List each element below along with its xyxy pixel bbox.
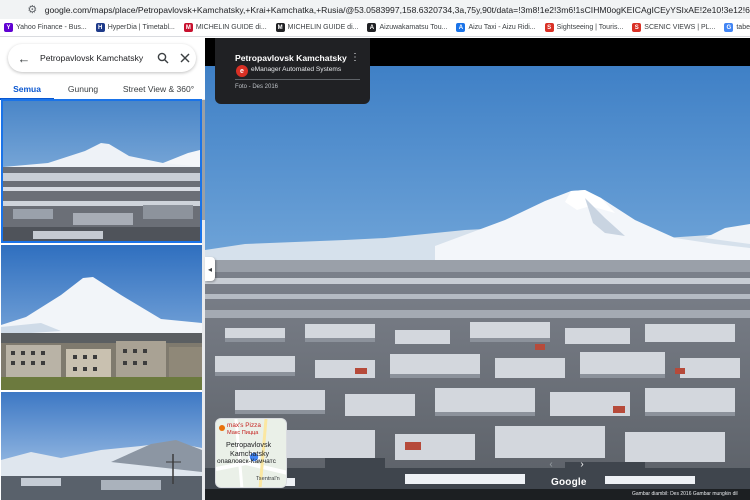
arrow-left-icon[interactable]: ←: [14, 51, 34, 66]
bookmark-label: tabelog english - Pe...: [736, 24, 750, 31]
bookmark-favicon-icon: M: [183, 23, 193, 32]
photo-tabs: Semua Gunung Street View & 360°: [0, 80, 205, 100]
bookmark-label: SCENIC VIEWS | PL...: [644, 24, 716, 31]
card-divider: [235, 79, 360, 80]
more-options-icon[interactable]: ⋮: [350, 52, 360, 63]
bookmark-favicon-icon: H: [95, 23, 105, 32]
bookmark-favicon-icon: S: [544, 23, 554, 32]
author-avatar[interactable]: e: [236, 65, 248, 77]
minimap-city-line2: Kamchatsky: [230, 449, 270, 458]
google-logo: Google: [551, 477, 587, 488]
bookmark-label: Aizuwakamatsu Tou...: [379, 24, 448, 31]
search-box[interactable]: ← Petropavlovsk Kamchatsky: [8, 44, 196, 72]
minimap-city-cyrillic: опавловск-Камчатс: [217, 458, 276, 465]
close-icon[interactable]: [176, 49, 194, 67]
bookmark-favicon-icon: A: [456, 23, 466, 32]
search-icon[interactable]: [154, 49, 172, 67]
tab-semua[interactable]: Semua: [0, 80, 54, 100]
minimap-city-line1: Petropavlovsk: [226, 440, 272, 449]
chevron-left-icon[interactable]: ‹: [545, 458, 557, 470]
photo-place-title[interactable]: Petropavlovsk Kamchatsky: [235, 53, 347, 63]
photo-date: Foto - Des 2016: [235, 84, 279, 90]
minimap-poi-label: max's Pizza: [227, 422, 261, 429]
bookmark-item[interactable]: M MICHELIN GUIDE di...: [275, 23, 359, 32]
tab-gunung[interactable]: Gunung: [54, 80, 112, 99]
collapse-panel-button[interactable]: ◂: [205, 257, 215, 281]
bookmark-item[interactable]: A Aizu Taxi - Aizu Ridi...: [456, 23, 536, 32]
photo-thumbnail-selected[interactable]: [1, 99, 202, 243]
bookmark-favicon-icon: A: [367, 23, 377, 32]
image-capture-credit[interactable]: Gambar diambil: Des 2016 Gambar mungkin …: [632, 491, 738, 497]
bookmark-item[interactable]: Gtabelog english - Pe...: [724, 23, 750, 32]
minimap-street-label: Tsentral'n: [256, 476, 280, 482]
bookmarks-bar: Y Yahoo Finance - Bus... H HyperDia | Timet…: [0, 19, 750, 37]
bookmark-item[interactable]: S Sightseeing | Touris...: [544, 23, 624, 32]
author-name[interactable]: eManager Automated Systems: [251, 66, 341, 73]
bookmark-label: Sightseeing | Touris...: [556, 24, 624, 31]
bookmark-item[interactable]: H HyperDia | Timetabl...: [95, 23, 175, 32]
bookmark-item[interactable]: S SCENIC VIEWS | PL...: [632, 23, 715, 32]
bookmark-label: HyperDia | Timetabl...: [107, 24, 175, 31]
bookmark-label: Aizu Taxi - Aizu Ridi...: [468, 24, 536, 31]
bookmark-favicon-icon: Y: [4, 23, 13, 32]
bookmark-favicon-icon: M: [275, 23, 285, 32]
tab-street-view[interactable]: Street View & 360°: [112, 80, 205, 99]
bookmark-favicon-icon: G: [724, 23, 734, 32]
site-settings-icon[interactable]: ⚙: [26, 2, 39, 18]
minimap-poi-label-cyrillic: Макс Пицца: [227, 430, 259, 436]
bookmark-label: Yahoo Finance - Bus...: [16, 24, 87, 31]
side-panel: ← Petropavlovsk Kamchatsky Semua Gunung …: [0, 38, 205, 500]
photo-thumbnail[interactable]: [1, 245, 202, 390]
photo-info-card: Petropavlovsk Kamchatsky ⋮ e eManager Au…: [215, 38, 370, 104]
url-text[interactable]: google.com/maps/place/Petropavlovsk+Kamc…: [45, 5, 750, 15]
address-bar[interactable]: ⚙ google.com/maps/place/Petropavlovsk+Ka…: [0, 0, 750, 19]
bookmark-favicon-icon: S: [632, 23, 642, 32]
bookmark-label: MICHELIN GUIDE di...: [195, 24, 267, 31]
mini-map[interactable]: max's Pizza Макс Пицца Petropavlovsk Kam…: [215, 418, 287, 488]
bookmark-item[interactable]: M MICHELIN GUIDE di...: [183, 23, 267, 32]
bookmark-item[interactable]: A Aizuwakamatsu Tou...: [367, 23, 447, 32]
bookmark-item[interactable]: Y Yahoo Finance - Bus...: [4, 23, 87, 32]
search-input[interactable]: Petropavlovsk Kamchatsky: [40, 53, 150, 63]
bookmark-label: MICHELIN GUIDE di...: [287, 24, 359, 31]
photo-thumbnail[interactable]: [1, 392, 202, 500]
chevron-right-icon[interactable]: ›: [576, 458, 588, 470]
